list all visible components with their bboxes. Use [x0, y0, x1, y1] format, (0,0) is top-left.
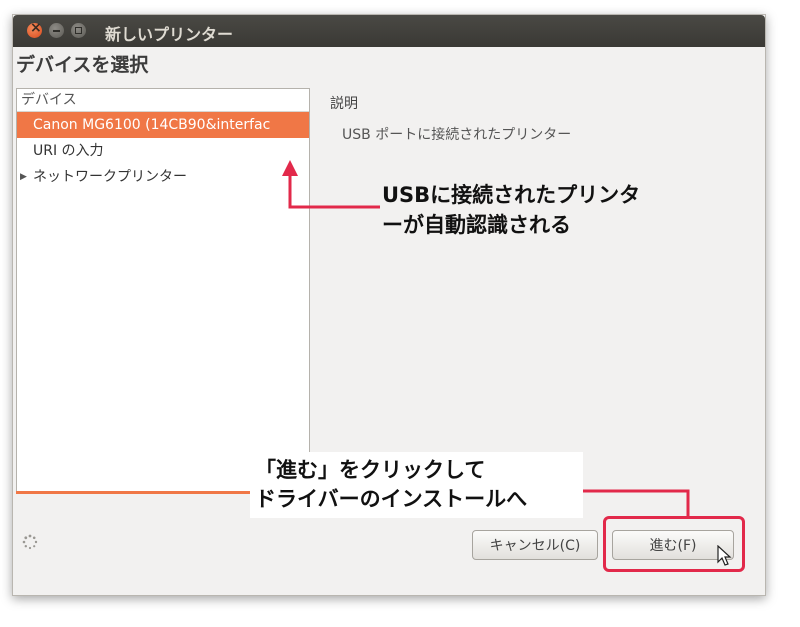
annotation-next-line1: 「進む」をクリックして: [255, 458, 486, 482]
annotation-usb-line1: USBに接続されたプリンタ: [382, 183, 641, 207]
annotation-next-line2: ドライバーのインストールへ: [255, 487, 528, 511]
annotation-usb-line2: ーが自動認識される: [382, 213, 571, 237]
annotation-arrows: [282, 160, 690, 517]
